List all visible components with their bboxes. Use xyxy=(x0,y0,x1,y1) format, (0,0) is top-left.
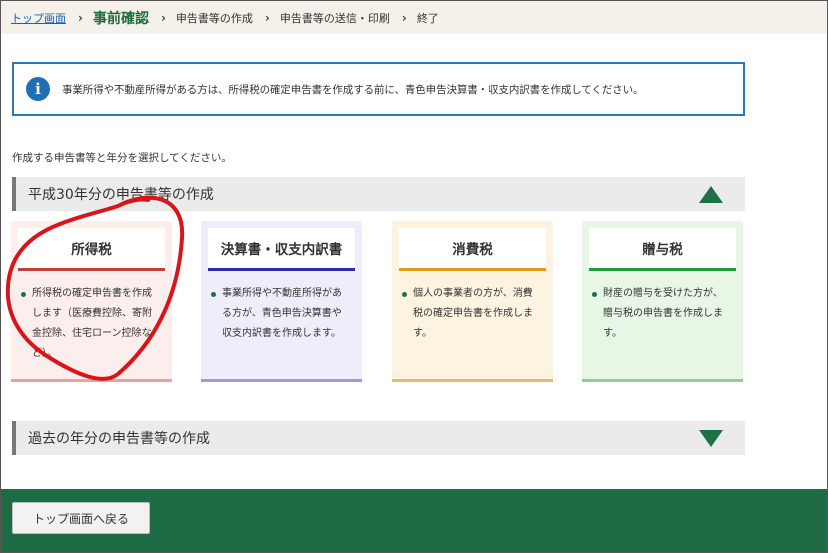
gift-tax-card-description: 財産の贈与を受けた方が、 贈与税の申告書を作成しま す。 xyxy=(589,284,736,344)
footer-bar: トップ画面へ戻る xyxy=(1,489,827,552)
financial-statement-card-title: 決算書・収支内訳書 xyxy=(208,228,355,271)
financial-statement-card-text: 事業所得や不動産所得があ る方が、青色申告決算書や 収支内訳書を作成します。 xyxy=(210,284,355,344)
consumption-tax-card-description: 個人の事業者の方が、消費 税の確定申告書を作成しま す。 xyxy=(399,284,546,344)
consumption-tax-card-text: 個人の事業者の方が、消費 税の確定申告書を作成しま す。 xyxy=(401,284,546,344)
consumption-tax-card-title: 消費税 xyxy=(399,228,546,271)
gift-tax-card[interactable]: 贈与税 財産の贈与を受けた方が、 贈与税の申告書を作成しま す。 xyxy=(582,221,743,382)
breadcrumb: トップ画面 › 事前確認 › 申告書等の作成 › 申告書等の送信・印刷 › 終了 xyxy=(1,1,827,34)
instruction-text: 作成する申告書等と年分を選択してください。 xyxy=(12,152,232,164)
card-bottom-border xyxy=(582,379,743,382)
consumption-tax-card[interactable]: 消費税 個人の事業者の方が、消費 税の確定申告書を作成しま す。 xyxy=(392,221,553,382)
past-years-section-title: 過去の年分の申告書等の作成 xyxy=(28,431,210,447)
income-tax-card-title: 所得税 xyxy=(18,228,165,271)
income-tax-card-text: 所得税の確定申告書を作成 します（医療費控除、寄附 金控除、住宅ローン控除な ど）。 xyxy=(20,284,165,364)
breadcrumb-current-step: 事前確認 xyxy=(92,10,149,27)
breadcrumb-home-link[interactable]: トップ画面 xyxy=(11,10,66,26)
past-years-section-header[interactable]: 過去の年分の申告書等の作成 xyxy=(12,421,745,455)
gift-tax-card-title: 贈与税 xyxy=(589,228,736,271)
card-bottom-border xyxy=(11,379,172,382)
financial-statement-card[interactable]: 決算書・収支内訳書 事業所得や不動産所得があ る方が、青色申告決算書や 収支内訳書を… xyxy=(201,221,362,382)
breadcrumb-step-finish: 終了 xyxy=(416,11,439,25)
gift-tax-card-text: 財産の贈与を受けた方が、 贈与税の申告書を作成しま す。 xyxy=(591,284,736,344)
breadcrumb-step-create: 申告書等の作成 xyxy=(175,11,253,25)
breadcrumb-separator: › xyxy=(160,10,166,25)
current-year-section-title: 平成30年分の申告書等の作成 xyxy=(28,187,214,203)
card-bottom-border xyxy=(201,379,362,382)
income-tax-card-description: 所得税の確定申告書を作成 します（医療費控除、寄附 金控除、住宅ローン控除な ど）。 xyxy=(18,284,165,364)
triangle-up-icon[interactable] xyxy=(699,185,723,203)
info-notice: i 事業所得や不動産所得がある方は、所得税の確定申告書を作成する前に、青色申告決… xyxy=(12,62,745,116)
financial-statement-card-description: 事業所得や不動産所得があ る方が、青色申告決算書や 収支内訳書を作成します。 xyxy=(208,284,355,344)
triangle-down-icon[interactable] xyxy=(699,429,723,447)
info-notice-text: 事業所得や不動産所得がある方は、所得税の確定申告書を作成する前に、青色申告決算書… xyxy=(62,83,644,96)
breadcrumb-separator: › xyxy=(78,10,83,25)
income-tax-card[interactable]: 所得税 所得税の確定申告書を作成 します（医療費控除、寄附 金控除、住宅ローン控除な… xyxy=(11,221,172,382)
breadcrumb-separator: › xyxy=(401,10,407,25)
breadcrumb-separator: › xyxy=(264,10,270,25)
card-bottom-border xyxy=(392,379,553,382)
info-icon: i xyxy=(26,77,50,101)
back-to-top-button[interactable]: トップ画面へ戻る xyxy=(12,502,150,534)
current-year-section-header[interactable]: 平成30年分の申告書等の作成 xyxy=(12,177,745,211)
breadcrumb-step-send-print: 申告書等の送信・印刷 xyxy=(279,11,390,25)
